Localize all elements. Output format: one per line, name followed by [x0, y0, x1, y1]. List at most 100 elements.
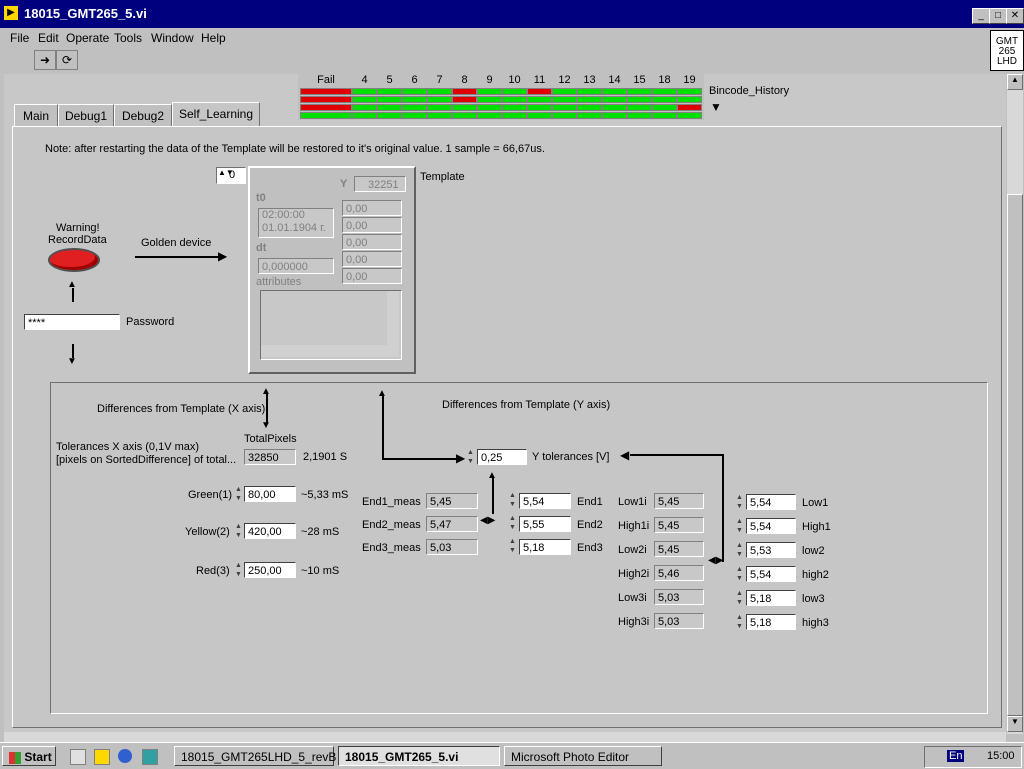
horizontal-scrollbar[interactable]: [4, 732, 1006, 742]
language-indicator[interactable]: En: [947, 750, 965, 762]
bincode-column-header: 4: [361, 74, 368, 86]
green-field[interactable]: 80,00: [244, 486, 296, 502]
bincode-cell: [477, 96, 502, 103]
task-item-photo-editor[interactable]: Microsoft Photo Editor: [504, 746, 662, 766]
limit-label: Low2i: [618, 544, 647, 556]
vi-logo-icon: GMT 265 LHD: [996, 36, 1018, 67]
bincode-cell: [677, 104, 702, 111]
limit-set-field[interactable]: 5,18: [746, 590, 796, 606]
menu-tools[interactable]: Tools: [114, 31, 142, 45]
yellow-spinner-icon[interactable]: ▲ ▼: [234, 522, 243, 540]
task-item-revb[interactable]: 18015_GMT265LHD_5_revB: [174, 746, 336, 766]
gmt-logo: GMT 265 LHD: [990, 30, 1024, 71]
limit-spinner-icon[interactable]: ▲ ▼: [735, 589, 744, 607]
limit-value: 5,03: [654, 589, 704, 605]
minimize-button[interactable]: _: [972, 8, 990, 24]
labview-icon[interactable]: ▶: [4, 6, 18, 20]
limit-label: High2i: [618, 568, 650, 580]
bincode-cell: [452, 88, 477, 95]
limit-spinner-icon[interactable]: ▲ ▼: [735, 613, 744, 631]
bincode-cell: [652, 88, 677, 95]
limit-set-field[interactable]: 5,54: [746, 566, 796, 582]
quicklaunch-icon[interactable]: [70, 749, 86, 765]
bincode-cell: [352, 96, 377, 103]
menu-file[interactable]: File: [10, 31, 29, 45]
meas-set-field[interactable]: 5,18: [519, 539, 571, 555]
bincode-cell: [677, 88, 702, 95]
limit-set-label: low2: [802, 545, 825, 557]
template-y-value: 0,00: [342, 251, 402, 267]
bincode-column-header: 6: [411, 74, 418, 86]
green-spinner-icon[interactable]: ▲ ▼: [234, 485, 243, 503]
bincode-cell: [552, 88, 577, 95]
labview-quicklaunch-icon[interactable]: [94, 749, 110, 765]
meas-value: 5,47: [426, 516, 478, 532]
bincode-cell: [352, 88, 377, 95]
limit-set-field[interactable]: 5,54: [746, 494, 796, 510]
yellow-label: Yellow(2): [185, 526, 230, 538]
limit-value: 5,45: [654, 493, 704, 509]
bincode-cell: [577, 88, 602, 95]
red-label: Red(3): [196, 565, 230, 577]
bincode-cell: [477, 104, 502, 111]
template-index[interactable]: ▲▼ 0: [216, 167, 246, 184]
window-title: 18015_GMT265_5.vi: [24, 6, 147, 21]
tab-main[interactable]: Main: [14, 104, 58, 128]
red-field[interactable]: 250,00: [244, 562, 296, 578]
toolbar: ➜ ⟳: [0, 48, 990, 74]
tab-debug1[interactable]: Debug1: [58, 104, 114, 128]
limit-spinner-icon[interactable]: ▲ ▼: [735, 517, 744, 535]
menu-window[interactable]: Window: [151, 31, 194, 45]
total-pixels-value: 32850: [244, 449, 296, 465]
limit-spinner-icon[interactable]: ▲ ▼: [735, 493, 744, 511]
task-item-active-vi[interactable]: 18015_GMT265_5.vi: [338, 746, 500, 766]
run-arrow-icon[interactable]: ➜: [34, 50, 56, 70]
password-field[interactable]: ****: [24, 314, 120, 330]
meas-spinner-icon[interactable]: ▲ ▼: [508, 514, 517, 532]
menu-operate[interactable]: Operate: [66, 31, 109, 45]
maximize-button[interactable]: □: [989, 8, 1007, 24]
desktop-icon[interactable]: [142, 749, 158, 765]
run-continuously-icon[interactable]: ⟳: [56, 50, 78, 70]
attributes-label: attributes: [256, 276, 302, 288]
y-tolerance-field[interactable]: 0,25: [477, 449, 527, 465]
bincode-cell: [627, 96, 652, 103]
record-data-led[interactable]: [48, 248, 100, 272]
limit-label: Low3i: [618, 592, 647, 604]
limit-set-field[interactable]: 5,18: [746, 614, 796, 630]
bincode-column-header: Fail: [317, 74, 335, 86]
meas-set-field[interactable]: 5,55: [519, 516, 571, 532]
red-spinner-icon[interactable]: ▲ ▼: [234, 561, 243, 579]
ie-icon[interactable]: [118, 749, 132, 763]
menu-edit[interactable]: Edit: [38, 31, 59, 45]
bincode-cell: [377, 96, 402, 103]
golden-device-label: Golden device: [141, 237, 212, 249]
green-time: ~5,33 mS: [301, 489, 349, 501]
limit-spinner-icon[interactable]: ▲ ▼: [735, 541, 744, 559]
arrow-up-icon: ▲: [487, 470, 497, 481]
tab-debug2[interactable]: Debug2: [114, 104, 172, 128]
limit-set-field[interactable]: 5,54: [746, 518, 796, 534]
bincode-column-header: 12: [558, 74, 571, 86]
yellow-field[interactable]: 420,00: [244, 523, 296, 539]
menu-help[interactable]: Help: [201, 31, 226, 45]
limit-spinner-icon[interactable]: ▲ ▼: [735, 565, 744, 583]
close-button[interactable]: ✕: [1006, 8, 1024, 24]
golden-arrow-line: [135, 256, 221, 258]
y-tolerance-spinner-icon[interactable]: ▲ ▼: [466, 448, 475, 466]
bincode-cell: [552, 104, 577, 111]
bincode-column-header: 13: [583, 74, 596, 86]
green-label: Green(1): [188, 489, 233, 501]
start-button[interactable]: Start: [2, 746, 56, 766]
vertical-scrollbar[interactable]: ▲ ▼: [1007, 74, 1023, 734]
bincode-cell: [577, 104, 602, 111]
attributes-box: [260, 290, 402, 360]
dt-label: dt: [256, 242, 267, 254]
meas-label: End1_meas: [362, 496, 421, 508]
meas-spinner-icon[interactable]: ▲ ▼: [508, 537, 517, 555]
limit-set-field[interactable]: 5,53: [746, 542, 796, 558]
meas-set-field[interactable]: 5,54: [519, 493, 571, 509]
meas-spinner-icon[interactable]: ▲ ▼: [508, 491, 517, 509]
bincode-column-header: 18: [658, 74, 671, 86]
x-axis-title: Differences from Template (X axis): [97, 403, 266, 415]
